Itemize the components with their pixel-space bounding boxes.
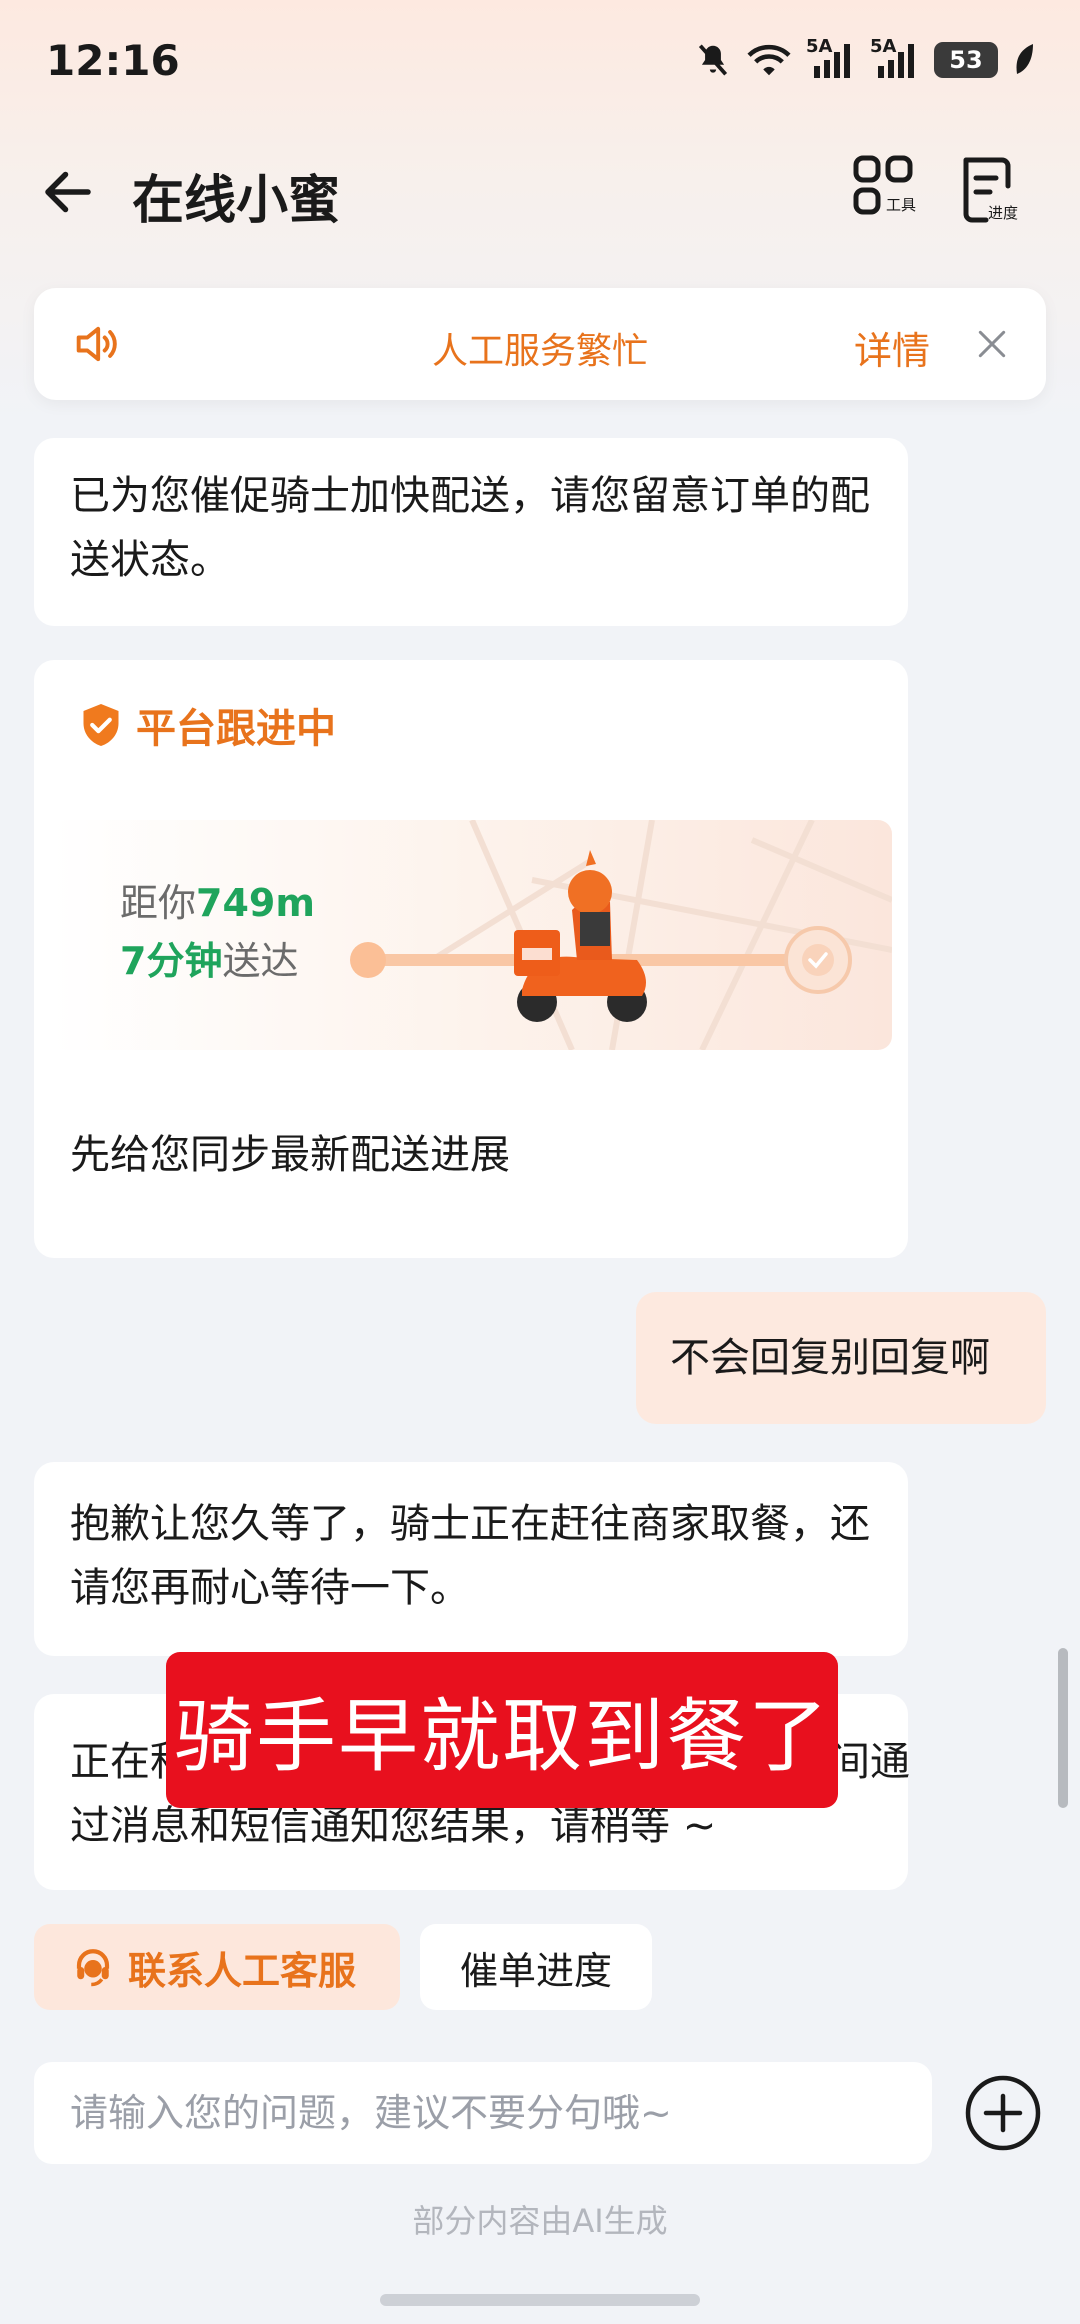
shield-check-icon bbox=[83, 704, 119, 746]
signal-label-2: 5A bbox=[870, 36, 897, 57]
message-input[interactable] bbox=[70, 2062, 910, 2164]
signal-icon: 5A bbox=[806, 36, 856, 80]
overlay-caption: 骑手早就取到餐了 bbox=[166, 1652, 838, 1808]
delivery-status-card[interactable]: 平台跟进中 距你749m 7分钟送达 先给您同步最新配送进展 bbox=[34, 660, 908, 1258]
tools-icon bbox=[853, 155, 913, 215]
message-input-box[interactable] bbox=[34, 2062, 932, 2164]
top-nav: 在线小蜜 工具 进度 bbox=[0, 140, 1080, 240]
progress-label: 进度 bbox=[988, 204, 1019, 222]
contact-agent-button[interactable]: 联系人工客服 bbox=[34, 1924, 400, 2010]
status-bar: 12:16 5A 5A 53 bbox=[0, 0, 1080, 130]
sync-text: 先给您同步最新配送进展 bbox=[70, 1132, 510, 1178]
progress-button[interactable]: 进度 bbox=[952, 150, 1032, 230]
user-message: 不会回复别回复啊 bbox=[636, 1292, 1046, 1424]
urge-progress-label: 催单进度 bbox=[459, 1948, 612, 1993]
distance-prefix: 距你 bbox=[120, 881, 197, 925]
eta-suffix: 送达 bbox=[222, 939, 299, 983]
page-title: 在线小蜜 bbox=[132, 171, 341, 231]
notice-detail-link[interactable]: 详情 bbox=[854, 320, 930, 375]
status-icons: 5A 5A 53 bbox=[694, 36, 1038, 80]
distance-value: 749m bbox=[196, 881, 315, 925]
user-message-text: 不会回复别回复啊 bbox=[670, 1335, 990, 1381]
tools-label: 工具 bbox=[886, 196, 917, 214]
wifi-icon bbox=[746, 40, 792, 80]
signal-label: 5A bbox=[806, 36, 833, 57]
tools-button[interactable]: 工具 bbox=[848, 150, 928, 230]
plus-icon bbox=[965, 2075, 1041, 2151]
message-text: 已为您催促骑士加快配送，请您留意订单的配送状态。 bbox=[70, 473, 870, 583]
status-time: 12:16 bbox=[46, 36, 180, 85]
close-icon[interactable] bbox=[972, 324, 1012, 364]
mute-icon bbox=[694, 40, 732, 80]
plus-button[interactable] bbox=[964, 2074, 1042, 2152]
follow-header: 平台跟进中 bbox=[80, 696, 336, 754]
busy-notice-bar: 人工服务繁忙 详情 bbox=[34, 288, 1046, 400]
bot-message: 抱歉让您久等了，骑士正在赶往商家取餐，还请您再耐心等待一下。 bbox=[34, 1462, 908, 1656]
battery-indicator: 53 bbox=[934, 42, 998, 78]
urge-progress-button[interactable]: 催单进度 bbox=[420, 1924, 652, 2010]
contact-agent-label: 联系人工客服 bbox=[128, 1948, 357, 1993]
rider-scooter-icon bbox=[514, 850, 647, 1022]
follow-title: 平台跟进中 bbox=[136, 706, 336, 752]
leaf-icon bbox=[1012, 40, 1038, 80]
distance-line: 距你749m bbox=[120, 872, 315, 927]
scrollbar[interactable] bbox=[1058, 1648, 1068, 1808]
bot-message: 已为您催促骑士加快配送，请您留意订单的配送状态。 bbox=[34, 438, 908, 626]
delivery-map: 距你749m 7分钟送达 bbox=[52, 820, 892, 1050]
message-text: 抱歉让您久等了，骑士正在赶往商家取餐，还请您再耐心等待一下。 bbox=[70, 1501, 870, 1611]
signal-icon-2: 5A bbox=[870, 36, 920, 80]
home-indicator[interactable] bbox=[380, 2294, 700, 2306]
ai-disclaimer: 部分内容由AI生成 bbox=[412, 2202, 668, 2240]
back-arrow-icon bbox=[45, 171, 91, 213]
eta-line: 7分钟送达 bbox=[120, 930, 298, 985]
headset-icon bbox=[76, 1949, 110, 1987]
eta-value: 7分钟 bbox=[120, 939, 223, 983]
back-button[interactable] bbox=[38, 162, 98, 222]
